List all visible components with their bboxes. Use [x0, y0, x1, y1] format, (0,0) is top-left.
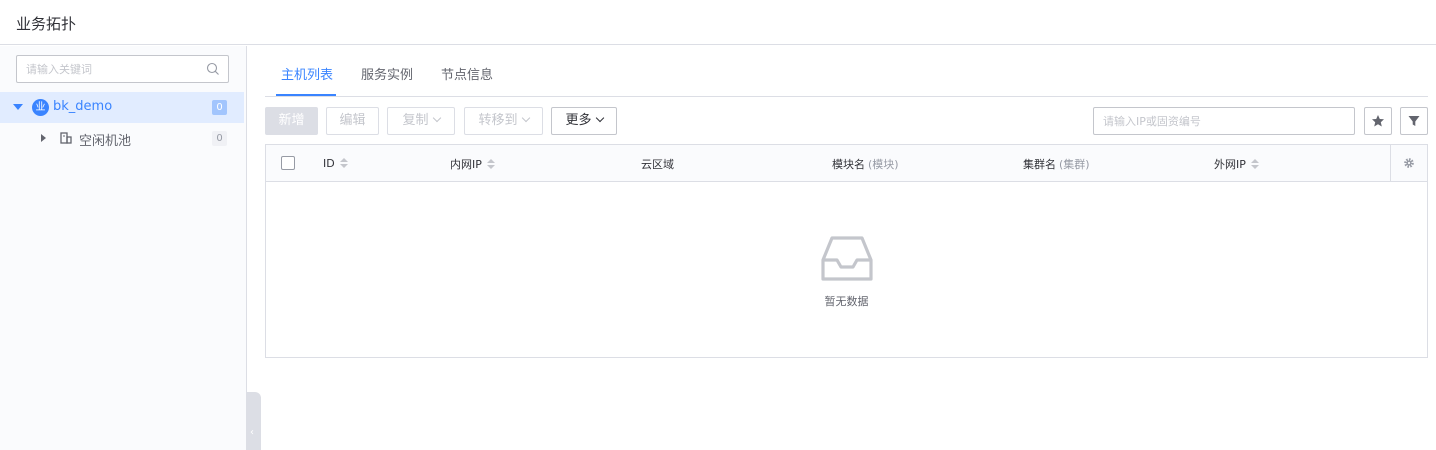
keyword-search-input[interactable] [17, 56, 206, 82]
page-header: 业务拓扑 [0, 0, 1436, 45]
tab-bar: 主机列表 服务实例 节点信息 [265, 46, 1428, 97]
select-all-checkbox[interactable] [281, 156, 295, 170]
column-label: 模块名 [832, 158, 865, 171]
search-icon[interactable] [206, 62, 220, 76]
host-count-badge: 0 [212, 131, 227, 146]
chevron-down-icon [521, 113, 530, 123]
column-header-module: 模块名 (模块) [832, 156, 899, 172]
active-tab-indicator [276, 94, 336, 96]
ip-search-input[interactable] [1094, 108, 1343, 134]
column-label: ID [323, 157, 335, 170]
tree-node-bk-demo[interactable]: 业 bk_demo 0 [0, 92, 244, 123]
idle-pool-icon [60, 132, 72, 144]
column-header-cloud-area: 云区域 [641, 156, 674, 172]
business-icon: 业 [32, 99, 49, 116]
column-sub-label: (集群) [1059, 158, 1090, 171]
caret-down-icon[interactable] [13, 104, 23, 110]
more-dropdown-button[interactable]: 更多 [551, 107, 617, 135]
copy-label: 复制 [402, 113, 429, 128]
column-label: 云区域 [641, 158, 674, 171]
column-settings-button[interactable] [1390, 145, 1427, 181]
more-label: 更多 [565, 113, 592, 128]
column-label: 内网IP [450, 158, 482, 171]
sort-icon[interactable] [1250, 159, 1259, 170]
tree-node-label: bk_demo [53, 99, 113, 114]
gear-icon [1404, 158, 1414, 168]
topology-sidebar: 业 bk_demo 0 空闲机池 0 [0, 46, 247, 450]
favorites-button[interactable] [1364, 107, 1392, 135]
column-header-id[interactable]: ID [323, 156, 348, 170]
empty-inbox-icon [821, 236, 873, 281]
column-header-outer-ip[interactable]: 外网IP [1214, 156, 1259, 172]
tab-host-list[interactable]: 主机列表 [281, 64, 333, 83]
host-table: ID 内网IP 云区域 模块名 (模块) 集群名 (集群) 外网IP 暂无数据 [265, 144, 1428, 358]
main-panel: 主机列表 服务实例 节点信息 新增 编辑 复制 转移到 更多 ID 内网IP 云… [248, 46, 1436, 450]
column-label: 外网IP [1214, 158, 1246, 171]
chevron-down-icon [595, 113, 604, 123]
chevron-down-icon [432, 113, 441, 123]
column-header-cluster: 集群名 (集群) [1023, 156, 1090, 172]
tree-node-label: 空闲机池 [79, 134, 132, 149]
filter-button[interactable] [1400, 107, 1428, 135]
tab-node-info[interactable]: 节点信息 [441, 64, 493, 83]
sort-icon[interactable] [339, 158, 348, 169]
tab-service-instances[interactable]: 服务实例 [361, 64, 413, 83]
page-title: 业务拓扑 [16, 15, 77, 33]
copy-dropdown-button[interactable]: 复制 [387, 107, 455, 135]
transfer-dropdown-button[interactable]: 转移到 [464, 107, 543, 135]
host-count-badge: 0 [212, 100, 227, 115]
keyword-search-box [16, 55, 229, 83]
caret-right-icon[interactable] [41, 134, 46, 142]
table-header: ID 内网IP 云区域 模块名 (模块) 集群名 (集群) 外网IP [266, 145, 1427, 182]
add-button[interactable]: 新增 [265, 107, 318, 135]
column-sub-label: (模块) [868, 158, 899, 171]
empty-state-text: 暂无数据 [824, 295, 869, 308]
edit-button[interactable]: 编辑 [326, 107, 379, 135]
column-label: 集群名 [1023, 158, 1056, 171]
transfer-label: 转移到 [478, 113, 518, 128]
ip-search-box [1093, 107, 1355, 135]
tree-node-idle-pool[interactable]: 空闲机池 0 [0, 123, 244, 154]
sort-icon[interactable] [486, 159, 495, 170]
star-icon [1372, 115, 1384, 127]
filter-icon [1408, 116, 1420, 126]
column-header-inner-ip[interactable]: 内网IP [450, 156, 495, 172]
